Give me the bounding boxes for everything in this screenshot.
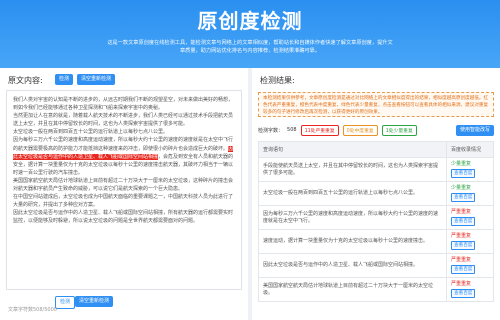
paragraph-text: 太空垃圾一般在两百到四百五十公里的运行轨道上以每秒七点八公里。: [13, 129, 169, 136]
stats-bar: 检测字数： 508 11处严重重复 0处中度重复 1处少量重复 使用智能改写: [258, 124, 494, 136]
status-badge: 严重重复: [451, 281, 472, 287]
status-cell: 少量重复 查看百度: [446, 181, 494, 206]
view-baidu-button[interactable]: 查看百度: [451, 241, 476, 250]
text-paragraph: 太空垃圾一般在两百到四百五十公里的运行轨道上以每秒七点八公里。: [13, 128, 235, 136]
status-cell: 严重重复 查看百度: [446, 229, 494, 254]
text-paragraph: 因此太空垃圾是否与运作中的人造卫星、载人飞船或国际空间站相撞，所有航天器的运行都…: [13, 209, 235, 225]
paragraph-text: 在中国空间站建成后，太空垃圾也成为中国航天面临的重要课题之一，中国航天科技人员为…: [13, 194, 234, 209]
result-title: 检测结果:: [260, 76, 295, 85]
serious-badge: 11处严重重复: [300, 124, 339, 136]
table-row: 太空垃圾一般在两百到四百五十公里的运行轨道上以每秒七点八公里。 少量重复查看百度: [258, 181, 494, 206]
hero-banner: 原创度检测 这是一款文章原创度在线检测工具，能检测文章与网络上的文章相似度，帮助…: [0, 0, 500, 68]
query-sentence: 因为每秒三万六千公里的速度和高度运动速度，所以每秒大约十公里的速度的速度就是在太…: [258, 205, 447, 230]
paragraph-text: 美国国家航空航天局估计地球轨道上目前有超过二十万块大于一厘米的太空垃圾，这种碎片…: [13, 177, 234, 193]
page-description: 这是一款文章原创度在线检测工具，能检测文章与网络上的文章相似度，帮助站长和自媒体…: [107, 40, 393, 54]
original-text-input[interactable]: 我们人类对宇宙的认知是不断的进步的，从远古时期我们不断的观望星空，对未来做出美好…: [6, 90, 242, 290]
table-row: 美国国家航空航天局估计地球轨道上目前有超过二十万块大于一厘米的太空垃圾。 严重重复…: [258, 277, 494, 302]
header-sentence: 查询语句: [258, 141, 447, 158]
original-text-panel: 原文内容: 检测 清空重新检测 我们人类对宇宙的认知是不断的进步的，从远古时期我…: [0, 68, 248, 320]
smart-rewrite-button[interactable]: 使用智能改写: [455, 124, 494, 136]
query-sentence: 美国国家航空航天局估计地球轨道上目前有超过二十万块大于一厘米的太空垃圾。: [258, 277, 447, 302]
table-row: 速度运动，据计算一块重量仅为十克的太空垃圾以每秒十公里的速度撞击。 严重重复查看百…: [258, 229, 494, 254]
text-paragraph: 当然更加让人在意的就是，随着载人航天技术的不断进步，我们人类已经可以通过技术手段…: [13, 112, 235, 128]
bottom-clear-redetect-button[interactable]: 清空重新检测: [75, 296, 114, 307]
query-sentence: 手段能使航天员送上太空，并且在其中停留较长的时间，这也为人类探索宇宙提供了很多可…: [258, 157, 447, 182]
bottom-detect-button[interactable]: 检测: [55, 296, 76, 309]
result-notice: 本检测结果仅供参考，文章原创度检测是通过对比网络上的文章相似度得出的结果，相似度…: [258, 92, 494, 117]
medium-badge: 0处中度重复: [342, 124, 378, 136]
text-paragraph: 美国国家航空航天局估计地球轨道上目前有超过二十万块大于一厘米的太空垃圾，这种碎片…: [13, 177, 235, 193]
status-badge: 严重重复: [451, 257, 472, 263]
word-count: 文章字符数508/5000: [8, 307, 57, 313]
original-text-title: 原文内容:: [8, 76, 43, 85]
text-paragraph: 在中国空间站建成后，太空垃圾也成为中国航天面临的重要课题之一，中国航天科技人员为…: [13, 193, 235, 209]
table-row: 因为每秒三万六千公里的速度和高度运动速度，所以每秒大约十公里的速度的速度就是在太…: [258, 205, 494, 230]
query-sentence: 因此太空垃圾是否与运作中的人造卫星、载人飞船或国际空间站相撞。: [258, 253, 447, 278]
table-row: 因此太空垃圾是否与运作中的人造卫星、载人飞船或国际空间站相撞。 严重重复查看百度: [258, 253, 494, 278]
detect-button[interactable]: 检测: [55, 74, 74, 85]
clear-redetect-button[interactable]: 清空重新检测: [77, 74, 116, 85]
view-baidu-button[interactable]: 查看百度: [451, 193, 476, 202]
paragraph-text: 因此太空垃圾是否与运作中的人造卫星、载人飞船或国际空间站相撞，所有航天器的运行都…: [13, 210, 234, 225]
table-row: 手段能使航天员送上太空，并且在其中停留较长的时间，这也为人类探索宇宙提供了很多可…: [258, 157, 494, 182]
paragraph-text: 我们人类对宇宙的认知是不断的进步的，从远古时期我们不断的观望星空，对未来做出美好…: [13, 97, 234, 112]
detect-count: 508: [287, 127, 297, 133]
query-sentence: 速度运动，据计算一块重量仅为十克的太空垃圾以每秒十公里的速度撞击。: [258, 229, 447, 254]
status-cell: 少量重复 查看百度: [446, 157, 494, 182]
view-baidu-button[interactable]: 查看百度: [451, 289, 476, 298]
text-paragraph: 我们人类对宇宙的认知是不断的进步的，从远古时期我们不断的观望星空，对未来做出美好…: [13, 96, 235, 112]
detect-count-label: 检测字数：: [258, 127, 284, 134]
status-cell: 严重重复 查看百度: [446, 277, 494, 302]
status-badge: 严重重复: [451, 209, 472, 215]
status-badge: 严重重复: [451, 233, 472, 239]
light-badge: 1处少量重复: [381, 124, 417, 136]
header-status: 百度收录情况: [446, 141, 494, 158]
status-cell: 严重重复 查看百度: [446, 253, 494, 278]
status-cell: 严重重复 查看百度: [446, 205, 494, 230]
status-badge: 少量重复: [451, 161, 472, 167]
status-badge: 少量重复: [451, 185, 472, 191]
paragraph-text: 因为每秒三万六千公里的速度和高度运动速度，所以每秒大约十公里的速度的速度就是在太…: [13, 137, 234, 152]
result-table: 查询语句 百度收录情况 手段能使航天员送上太空，并且在其中停留较长的时间，这也为…: [258, 141, 494, 302]
view-baidu-button[interactable]: 查看百度: [451, 265, 476, 274]
paragraph-text: 当然更加让人在意的就是，随着载人航天技术的不断进步，我们人类已经可以通过技术手段…: [13, 113, 234, 128]
view-baidu-button[interactable]: 查看百度: [451, 169, 476, 178]
text-paragraph: 因为每秒三万六千公里的速度和高度运动速度，所以每秒大约十公里的速度的速度就是在太…: [13, 136, 235, 176]
page-title: 原创度检测: [197, 9, 303, 33]
query-sentence: 太空垃圾一般在两百到四百五十公里的运行轨道上以每秒七点八公里。: [258, 181, 447, 206]
view-baidu-button[interactable]: 查看百度: [451, 217, 476, 226]
